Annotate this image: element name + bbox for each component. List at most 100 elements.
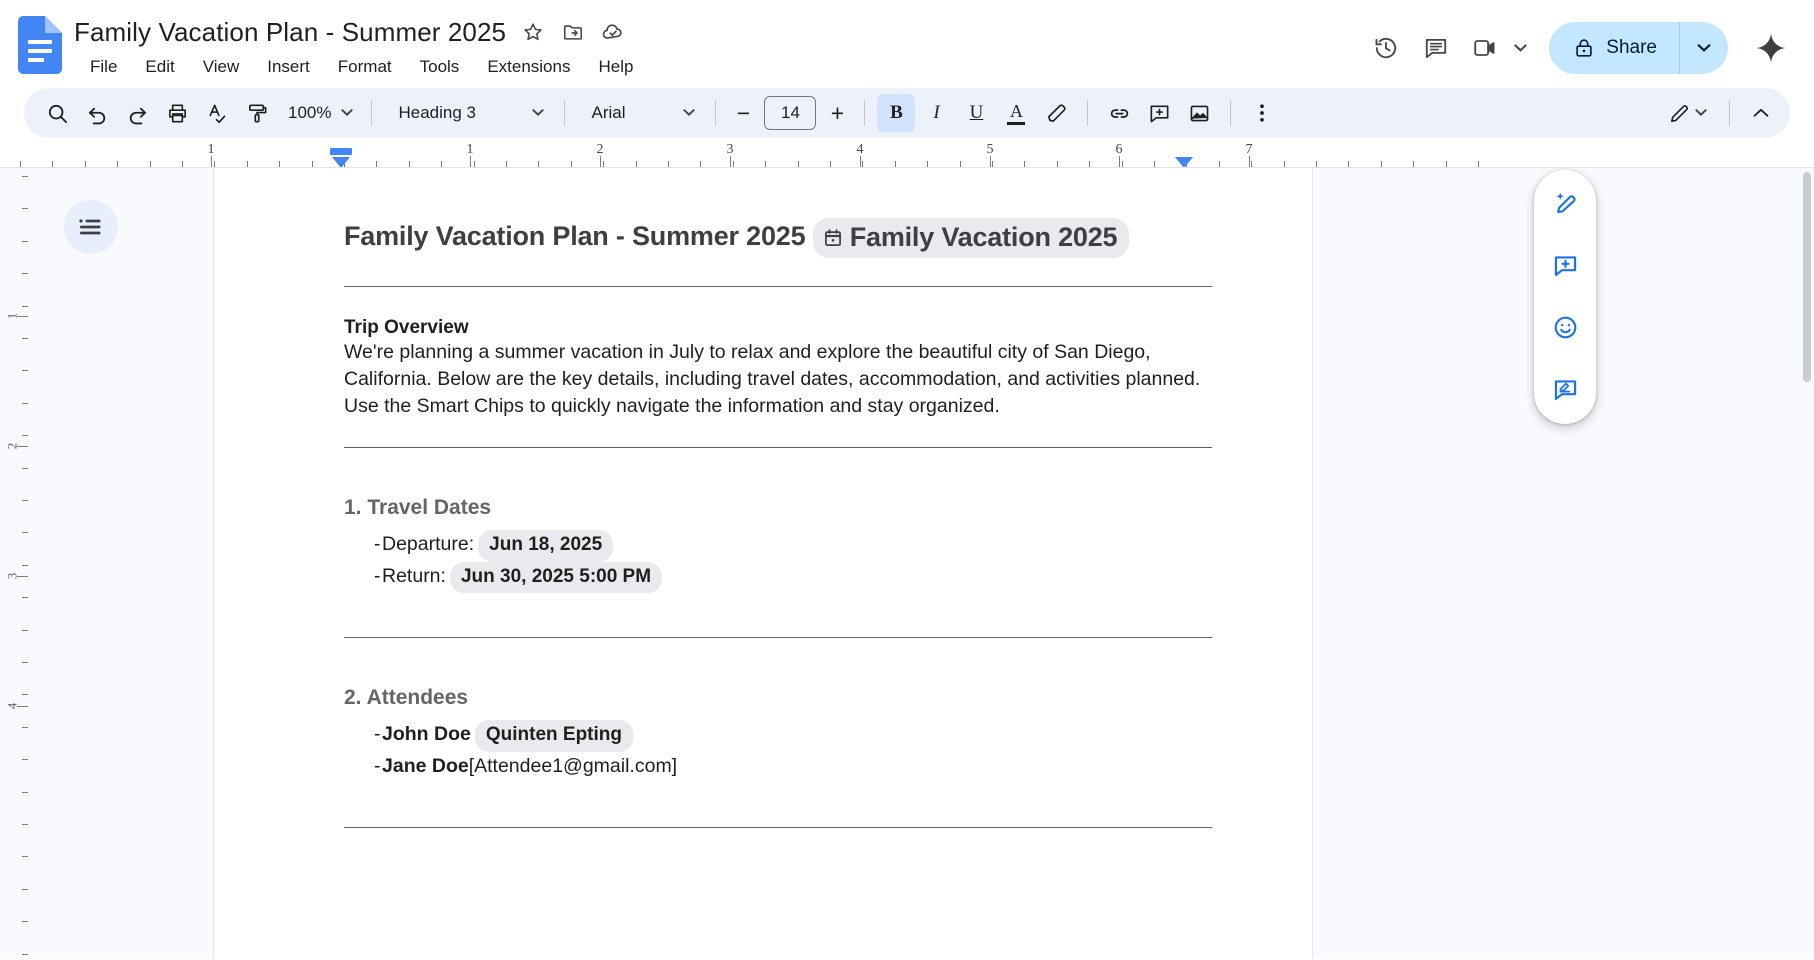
document-page[interactable]: Family Vacation Plan - Summer 2025 Famil… — [213, 168, 1313, 959]
left-indent-bar[interactable] — [330, 148, 352, 155]
departure-date-chip[interactable]: Jun 18, 2025 — [478, 530, 614, 562]
menu-format[interactable]: Format — [324, 54, 406, 80]
list-item: - Departure: Jun 18, 2025 — [344, 530, 1212, 562]
share-button-label: Share — [1606, 37, 1657, 58]
undo-icon[interactable] — [78, 94, 116, 132]
edit-mode-button[interactable] — [1658, 94, 1717, 132]
outline-list-icon — [79, 219, 101, 235]
list-item: - Return: Jun 30, 2025 5:00 PM — [344, 561, 1212, 594]
ruler-tick — [150, 161, 151, 167]
menu-insert[interactable]: Insert — [253, 54, 324, 80]
insert-image-icon[interactable] — [1180, 94, 1218, 132]
help-me-write-icon[interactable] — [1544, 182, 1586, 224]
menu-extensions[interactable]: Extensions — [473, 54, 584, 80]
spellcheck-icon[interactable] — [198, 94, 236, 132]
font-size-input[interactable]: 14 — [764, 96, 817, 130]
ruler-tick — [312, 161, 313, 167]
font-size-increase-button[interactable]: + — [822, 96, 852, 130]
ruler-tick — [441, 161, 442, 167]
share-button[interactable]: Share — [1549, 22, 1728, 74]
ruler-tick — [960, 161, 961, 167]
section-heading-attendees: 2. Attendees — [344, 686, 469, 710]
text-color-swatch — [1007, 121, 1026, 125]
move-to-folder-icon[interactable] — [560, 19, 586, 45]
italic-button[interactable]: I — [917, 94, 955, 132]
meet-camera-icon[interactable] — [1463, 25, 1509, 71]
version-history-icon[interactable] — [1363, 25, 1409, 71]
share-button-main[interactable]: Share — [1549, 22, 1679, 74]
list-item: - Jane Doe [Attendee1@gmail.com] — [344, 752, 1212, 781]
collapse-toolbar-chevron-up-icon[interactable] — [1742, 94, 1780, 132]
font-size-stepper: − 14 + — [728, 96, 852, 130]
add-comment-icon[interactable] — [1140, 94, 1178, 132]
meet-group — [1463, 25, 1531, 71]
zoom-level-selector[interactable]: 100% — [278, 94, 359, 132]
menu-file[interactable]: File — [76, 54, 131, 80]
document-outline-button[interactable] — [64, 200, 118, 254]
menu-edit[interactable]: Edit — [131, 54, 188, 80]
ruler-number: 3 — [726, 142, 734, 157]
menu-help[interactable]: Help — [584, 54, 647, 80]
redo-icon[interactable] — [118, 94, 156, 132]
toolbar-divider — [1729, 100, 1730, 126]
insert-link-icon[interactable] — [1100, 94, 1138, 132]
vertical-scrollbar-track[interactable] — [1800, 168, 1814, 959]
ruler-tick — [862, 161, 863, 167]
font-family-selector[interactable]: Arial — [577, 94, 703, 132]
ruler-tick — [668, 161, 669, 167]
ruler-tick — [927, 161, 928, 167]
highlight-pen-icon[interactable] — [1037, 94, 1075, 132]
toolbar-divider — [564, 100, 566, 126]
right-indent-marker[interactable] — [1175, 157, 1193, 167]
text-color-button[interactable]: A — [997, 94, 1035, 132]
comment-history-icon[interactable] — [1413, 25, 1459, 71]
add-reaction-icon[interactable] — [1544, 306, 1586, 348]
left-indent-marker[interactable] — [332, 157, 350, 167]
horizontal-ruler[interactable]: 1 1 2 3 4 5 6 7 — [0, 142, 1814, 168]
suggest-edit-icon[interactable] — [1544, 368, 1586, 410]
more-vertical-icon[interactable] — [1243, 94, 1281, 132]
horizontal-rule-1 — [344, 286, 1212, 288]
vertical-ruler[interactable]: 1 2 3 4 — [0, 168, 28, 959]
bold-button[interactable]: B — [877, 94, 916, 132]
underline-button[interactable]: U — [957, 94, 995, 132]
ruler-tick — [1413, 161, 1414, 167]
return-date-chip[interactable]: Jun 30, 2025 5:00 PM — [449, 561, 663, 594]
vertical-scrollbar-thumb[interactable] — [1803, 172, 1811, 382]
ruler-tick — [1381, 161, 1382, 167]
search-icon[interactable] — [38, 94, 76, 132]
menu-tools[interactable]: Tools — [406, 54, 474, 80]
ruler-number: 7 — [1245, 142, 1253, 157]
print-icon[interactable] — [158, 94, 196, 132]
paint-format-icon[interactable] — [238, 94, 276, 132]
ruler-number: 4 — [856, 142, 864, 157]
ruler-tick — [733, 161, 734, 167]
cloud-saved-icon[interactable] — [600, 19, 626, 45]
chevron-down-icon — [1695, 109, 1707, 116]
paragraph-style-selector[interactable]: Heading 3 — [384, 94, 552, 132]
meet-chevron-down-icon[interactable] — [1509, 28, 1531, 68]
bullet-dash: - — [374, 723, 381, 746]
ruler-number: 2 — [3, 442, 19, 450]
document-title[interactable]: Family Vacation Plan - Summer 2025 — [74, 17, 506, 48]
star-icon[interactable] — [520, 19, 546, 45]
section-attendees: 2. Attendees - John Doe Quinten Epting -… — [344, 686, 1212, 781]
share-chevron-down-icon[interactable] — [1680, 22, 1728, 74]
gemini-sparkle-icon[interactable] — [1746, 23, 1796, 73]
horizontal-rule-2 — [344, 447, 1212, 449]
formatting-toolbar: 100% Heading 3 Arial − 14 + B I U A — [24, 88, 1790, 138]
font-size-decrease-button[interactable]: − — [728, 96, 758, 130]
ruler-tick — [376, 161, 377, 167]
ruler-tick — [182, 161, 183, 167]
google-docs-logo[interactable] — [18, 16, 62, 74]
calendar-smart-chip[interactable]: Family Vacation 2025 — [812, 218, 1130, 259]
title-row: Family Vacation Plan - Summer 2025 — [74, 14, 1363, 50]
menu-view[interactable]: View — [189, 54, 254, 80]
ruler-number: 1 — [466, 142, 474, 157]
person-smart-chip[interactable]: Quinten Epting — [474, 720, 633, 752]
attendee-email-jane: [Attendee1@gmail.com] — [468, 754, 678, 777]
zoom-level-value: 100% — [288, 103, 332, 122]
departure-label: Departure: — [382, 533, 475, 556]
ruler-tick — [538, 161, 539, 167]
add-comment-icon[interactable] — [1544, 244, 1586, 286]
